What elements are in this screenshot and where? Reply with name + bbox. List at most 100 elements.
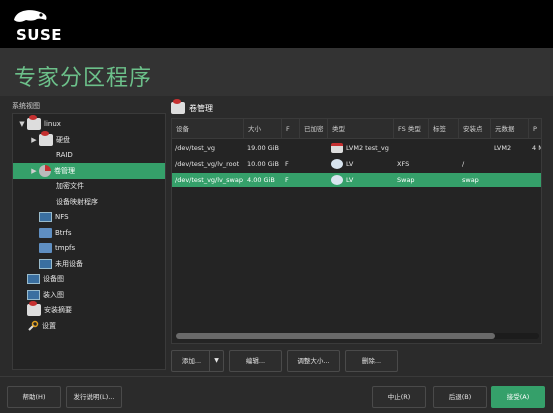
column-header[interactable]: 标签	[429, 119, 459, 139]
back-button[interactable]: 后退(B)	[433, 386, 487, 408]
column-header[interactable]: 安装点	[459, 119, 491, 139]
abort-button[interactable]: 中止(R)	[372, 386, 426, 408]
resize-button[interactable]: 调整大小...	[287, 350, 340, 372]
table-cell-meta	[491, 157, 529, 171]
disk-icon	[39, 130, 53, 146]
table-cell-type: LV	[328, 173, 394, 187]
blank-icon	[39, 149, 53, 161]
tree-item[interactable]: NFS	[29, 209, 165, 225]
system-view-label: 系统视图	[12, 102, 40, 110]
table-cell-text: 19.00 GiB	[247, 144, 279, 152]
tree-item[interactable]: 设备映射程序	[29, 194, 165, 210]
tree-item[interactable]: ▼ linux	[17, 115, 165, 132]
column-header[interactable]: 类型	[328, 119, 394, 139]
accept-button[interactable]: 接受(A)	[491, 386, 545, 408]
tree-item-label: 设备图	[43, 275, 64, 283]
chevron-down-icon[interactable]: ▼	[209, 351, 223, 371]
tree-item[interactable]: tmpfs	[29, 240, 165, 256]
table-cell-device: /dev/test_vg	[172, 141, 244, 155]
screen-icon	[39, 258, 52, 269]
tree-item-label: 硬盘	[56, 135, 70, 144]
system-view-tree[interactable]: ▼ linux ▶ 硬盘 RAID ▶ 卷管理加密文件设备映射程序 NFS Btrfs tmpfs…	[12, 113, 166, 370]
table-cell-text: /dev/test_vg	[175, 144, 216, 152]
table-cell-type: LV	[328, 157, 394, 171]
suse-logo-text: SUSE	[16, 26, 63, 44]
table-cell-p	[529, 173, 541, 187]
blank-icon	[39, 196, 53, 208]
table-row[interactable]: /dev/test_vg/lv_root 10.00 GiB F LV XFS /	[172, 157, 541, 171]
table-cell-label	[429, 173, 459, 187]
tree-item[interactable]: 未用设备	[29, 256, 165, 272]
column-header[interactable]: F	[282, 119, 300, 139]
delete-button[interactable]: 删除...	[345, 350, 398, 372]
tree-item-label: RAID	[56, 151, 73, 159]
table-cell-enc	[300, 141, 328, 155]
table-cell-text: swap	[462, 176, 479, 184]
table-cell-p: 4 M	[529, 141, 541, 155]
tree-item-label: tmpfs	[55, 244, 76, 252]
table-cell-fs: Swap	[394, 173, 429, 187]
blank-icon	[39, 180, 53, 192]
volume-management-heading: 卷管理	[171, 99, 213, 116]
table-cell-p	[529, 157, 541, 171]
help-button[interactable]: 帮助(H)	[7, 386, 61, 408]
table-cell-text: 4.00 GiB	[247, 176, 275, 184]
table-row[interactable]: /dev/test_vg/lv_swap 4.00 GiB F LV Swap swap	[172, 173, 541, 187]
add-button-label: 添加...	[181, 357, 202, 365]
expander-icon[interactable]: ▶	[29, 167, 39, 175]
release-notes-button[interactable]: 发行说明(L)...	[66, 386, 122, 408]
column-header[interactable]: 设备	[172, 119, 244, 139]
table-cell-label	[429, 157, 459, 171]
table-cell-enc	[300, 173, 328, 187]
table-cell-f: F	[282, 173, 300, 187]
table-cell-text: LVM2	[494, 144, 512, 152]
tree-item[interactable]: Btrfs	[29, 225, 165, 241]
tree-item[interactable]: RAID	[29, 147, 165, 163]
tree-item-label: 未用设备	[55, 259, 83, 268]
table-row[interactable]: /dev/test_vg 19.00 GiB LVM2 test_vg LVM2 4 M	[172, 141, 541, 155]
tree-item[interactable]: 装入图	[17, 287, 165, 303]
tree-item[interactable]: 设备图	[17, 271, 165, 287]
table-cell-text: XFS	[397, 160, 410, 168]
tree-item[interactable]: ▶ 硬盘	[29, 130, 165, 148]
pie-icon	[39, 164, 51, 177]
horizontal-scrollbar[interactable]	[176, 333, 539, 339]
column-header[interactable]: FS 类型	[394, 119, 429, 139]
tree-item-label: 卷管理	[54, 166, 75, 175]
chameleon-icon	[14, 10, 47, 22]
volume-table[interactable]: 设备 大小 F 已加密 类型 FS 类型 标签 安装点 元数据 P /dev/test_vg 19.…	[171, 118, 542, 344]
add-button[interactable]: 添加... ▼	[171, 350, 224, 372]
expander-icon[interactable]: ▼	[17, 120, 27, 128]
logical-volume-icon	[331, 159, 343, 169]
tree-item-label: 设备映射程序	[56, 197, 98, 206]
table-cell-label	[429, 141, 459, 155]
table-cell-enc	[300, 157, 328, 171]
tree-item[interactable]: 安装摘要	[17, 301, 165, 318]
column-header[interactable]: 大小	[244, 119, 282, 139]
column-header[interactable]: 已加密	[300, 119, 328, 139]
table-cell-text: 4 M	[532, 144, 541, 152]
table-cell-text: LVM2 test_vg	[346, 144, 389, 152]
tree-item-label: 安装摘要	[44, 306, 72, 314]
tree-item[interactable]: 加密文件	[29, 178, 165, 194]
table-cell-device: /dev/test_vg/lv_swap	[172, 173, 244, 187]
tree-item[interactable]: 设置	[17, 318, 165, 334]
column-header[interactable]: P	[529, 119, 541, 139]
table-cell-mount	[459, 141, 491, 155]
column-header[interactable]: 元数据	[491, 119, 529, 139]
expander-icon[interactable]: ▶	[29, 136, 39, 144]
screen-icon	[27, 274, 40, 284]
tree-item[interactable]: ▶ 卷管理	[13, 162, 165, 179]
top-banner: SUSE	[0, 0, 553, 48]
footer-divider	[0, 376, 553, 377]
horizontal-scrollbar-thumb[interactable]	[176, 333, 495, 339]
table-cell-text: 10.00 GiB	[247, 160, 279, 168]
table-cell-type: LVM2 test_vg	[328, 141, 394, 155]
table-cell-meta	[491, 173, 529, 187]
table-cell-text: LV	[346, 160, 354, 168]
table-cell-f	[282, 141, 300, 155]
table-cell-text: Swap	[397, 176, 415, 184]
table-cell-f: F	[282, 157, 300, 171]
table-cell-size: 19.00 GiB	[244, 141, 282, 155]
edit-button[interactable]: 编辑...	[229, 350, 282, 372]
